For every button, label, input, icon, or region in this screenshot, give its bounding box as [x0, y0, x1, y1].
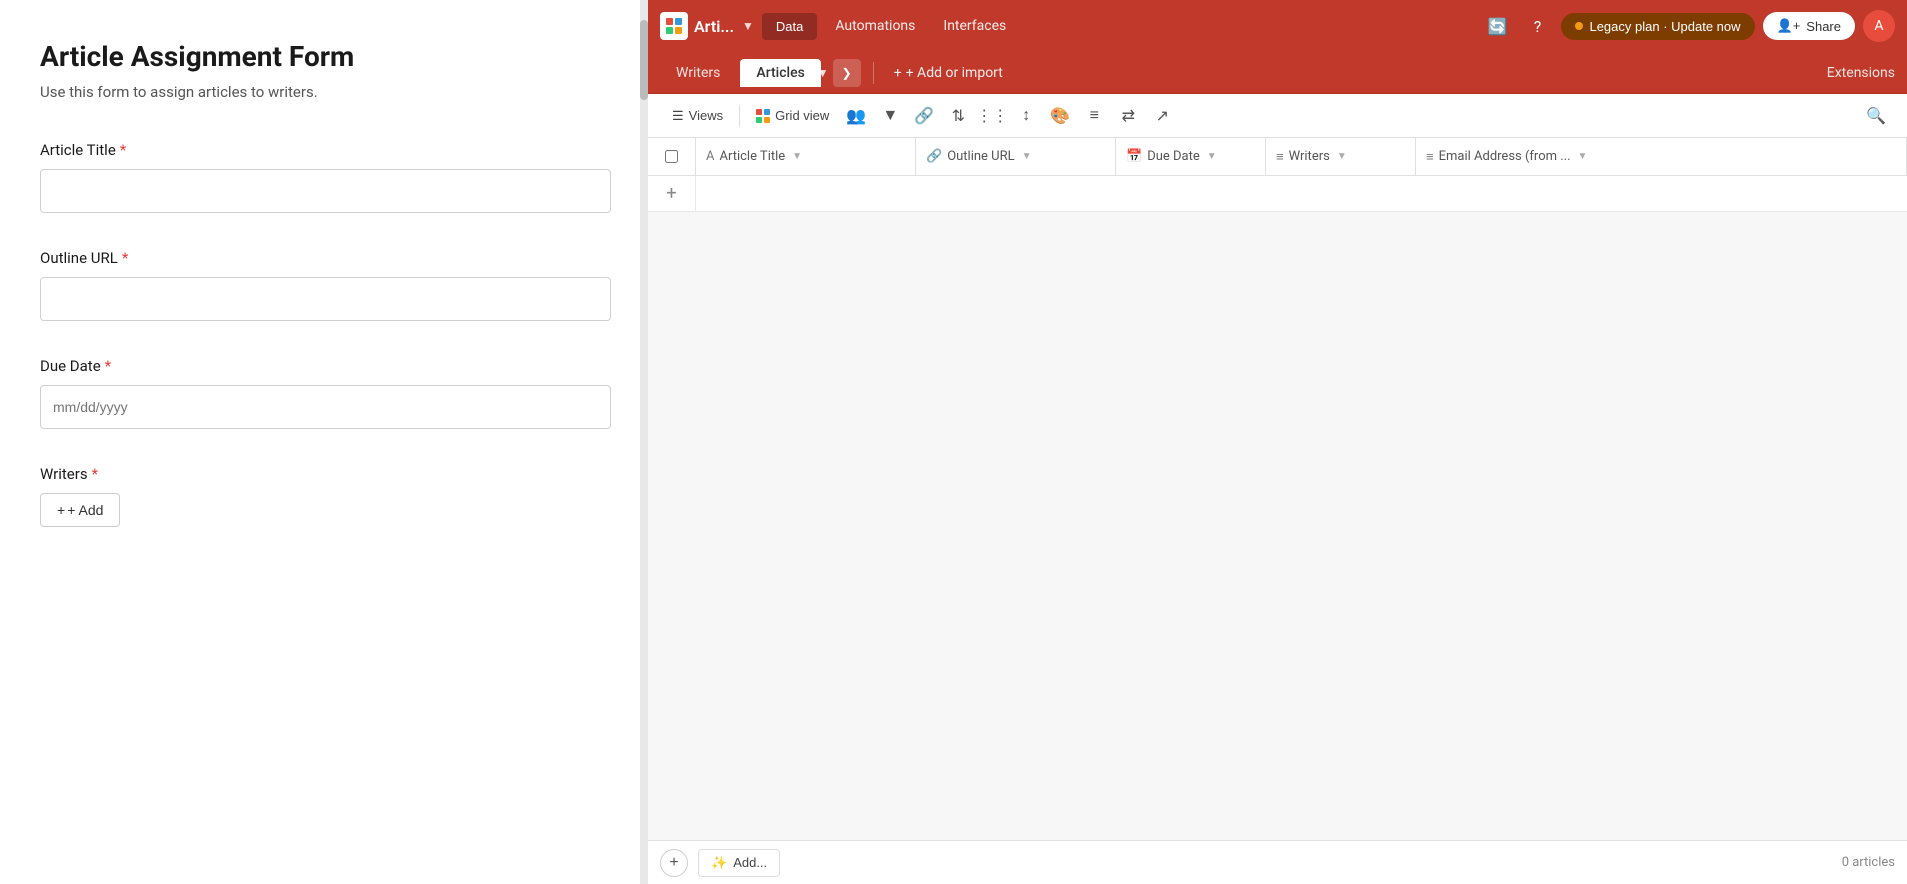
- views-icon: ☰: [672, 108, 684, 124]
- legacy-dot: [1575, 22, 1583, 30]
- share-icon: 👤+: [1777, 18, 1801, 34]
- writers-label: Writers *: [40, 465, 608, 483]
- email-col-dropdown[interactable]: ▼: [1578, 151, 1588, 162]
- secondary-nav: Writers Articles ▼ ❯ + + Add or import E…: [648, 52, 1907, 94]
- url-col-icon: 🔗: [926, 149, 942, 164]
- right-panel: Arti... ▼ Data Automations Interfaces 🔄 …: [648, 0, 1907, 884]
- grid-area: A Article Title ▼ 🔗 Outline URL ▼ 📅 Due …: [648, 138, 1907, 884]
- help-icon[interactable]: ?: [1521, 10, 1553, 42]
- form-title: Article Assignment Form: [40, 40, 608, 73]
- text-col-icon: A: [706, 149, 714, 164]
- article-title-col-header[interactable]: A Article Title ▼: [696, 138, 916, 175]
- scroll-bar: [640, 0, 648, 884]
- ai-icon: ✨: [711, 855, 727, 871]
- row-height-icon[interactable]: ≡: [1079, 101, 1109, 131]
- link-icon[interactable]: 🔗: [909, 101, 939, 131]
- toolbar-separator: [739, 105, 740, 127]
- add-row-plus[interactable]: +: [648, 176, 696, 211]
- sort-icon[interactable]: ↕: [1011, 101, 1041, 131]
- form-subtitle: Use this form to assign articles to writ…: [40, 83, 608, 101]
- filter-icon[interactable]: ⇅: [943, 101, 973, 131]
- writers-col-icon: ≡: [1276, 149, 1284, 165]
- footer-ai-button[interactable]: ✨ Add...: [698, 849, 780, 877]
- app-dropdown-arrow[interactable]: ▼: [742, 19, 754, 33]
- extensions-label[interactable]: Extensions: [1827, 65, 1895, 81]
- select-all-checkbox[interactable]: [665, 150, 678, 163]
- add-plus-icon-nav: +: [894, 65, 902, 81]
- row-count-label: 0 articles: [1842, 855, 1895, 870]
- nav-divider: [873, 62, 874, 84]
- grid-icon: [756, 109, 770, 123]
- form-panel: Article Assignment Form Use this form to…: [0, 0, 648, 884]
- toolbar: ☰ Views Grid view 👥 ▼ 🔗 ⇅ ⋮⋮ ↕ 🎨 ≡ ⇄ ↗ �: [648, 94, 1907, 138]
- due-date-col-header[interactable]: 📅 Due Date ▼: [1116, 138, 1266, 175]
- interfaces-nav-item[interactable]: Interfaces: [933, 12, 1016, 40]
- data-nav-btn[interactable]: Data: [762, 13, 817, 40]
- search-icon[interactable]: 🔍: [1861, 101, 1891, 131]
- group-icon[interactable]: ⋮⋮: [977, 101, 1007, 131]
- email-col-icon: ≡: [1426, 149, 1434, 165]
- due-date-input[interactable]: [40, 385, 611, 429]
- fields-icon[interactable]: ⇄: [1113, 101, 1143, 131]
- history-icon[interactable]: 🔄: [1481, 10, 1513, 42]
- scroll-thumb[interactable]: [640, 20, 648, 100]
- required-star-4: *: [92, 465, 98, 483]
- footer-add-button[interactable]: +: [660, 849, 688, 877]
- share-view-icon[interactable]: ↗: [1147, 101, 1177, 131]
- grid-view-people-icon[interactable]: 👥: [841, 101, 871, 131]
- views-button[interactable]: ☰ Views: [664, 103, 731, 129]
- writers-col-header[interactable]: ≡ Writers ▼: [1266, 138, 1416, 175]
- automations-nav-item[interactable]: Automations: [825, 12, 925, 40]
- url-col-dropdown[interactable]: ▼: [1022, 151, 1032, 162]
- article-title-input[interactable]: [40, 169, 611, 213]
- app-logo[interactable]: Arti...: [660, 12, 734, 40]
- required-star: *: [120, 141, 126, 159]
- required-star-3: *: [105, 357, 111, 375]
- writers-add-button[interactable]: + + Add: [40, 493, 120, 527]
- top-nav: Arti... ▼ Data Automations Interfaces 🔄 …: [648, 0, 1907, 52]
- tab-articles[interactable]: Articles: [740, 59, 820, 87]
- outline-url-input[interactable]: [40, 277, 611, 321]
- date-col-dropdown[interactable]: ▼: [1207, 151, 1217, 162]
- color-icon[interactable]: 🎨: [1045, 101, 1075, 131]
- grid-footer: + ✨ Add... 0 articles: [648, 840, 1907, 884]
- add-plus-icon: +: [57, 502, 65, 518]
- grid-view-button[interactable]: Grid view: [748, 103, 837, 128]
- user-avatar[interactable]: A: [1863, 10, 1895, 42]
- add-import-button[interactable]: + + Add or import: [886, 61, 1011, 85]
- title-col-dropdown[interactable]: ▼: [792, 151, 802, 162]
- due-date-label: Due Date *: [40, 357, 608, 375]
- due-date-field: Due Date *: [40, 357, 608, 429]
- grid-header: A Article Title ▼ 🔗 Outline URL ▼ 📅 Due …: [648, 138, 1907, 176]
- grid-body: +: [648, 176, 1907, 840]
- writers-col-dropdown[interactable]: ▼: [1337, 151, 1347, 162]
- grid-view-dropdown[interactable]: ▼: [875, 101, 905, 131]
- tab-writers[interactable]: Writers: [660, 59, 736, 87]
- date-col-icon: 📅: [1126, 149, 1142, 164]
- email-col-header[interactable]: ≡ Email Address (from ... ▼: [1416, 138, 1907, 175]
- legacy-plan-button[interactable]: Legacy plan · Update now: [1561, 13, 1754, 40]
- more-tabs-button[interactable]: ❯: [833, 59, 861, 87]
- tab-dropdown-arrow[interactable]: ▼: [817, 66, 829, 80]
- article-title-label: Article Title *: [40, 141, 608, 159]
- share-button[interactable]: 👤+ Share: [1763, 12, 1855, 40]
- outline-url-label: Outline URL *: [40, 249, 608, 267]
- outline-url-col-header[interactable]: 🔗 Outline URL ▼: [916, 138, 1116, 175]
- checkbox-col-header[interactable]: [648, 138, 696, 175]
- article-title-field: Article Title *: [40, 141, 608, 213]
- writers-field: Writers * + + Add: [40, 465, 608, 527]
- logo-icon: [660, 12, 688, 40]
- required-star-2: *: [122, 249, 128, 267]
- outline-url-field: Outline URL *: [40, 249, 608, 321]
- add-row[interactable]: +: [648, 176, 1907, 212]
